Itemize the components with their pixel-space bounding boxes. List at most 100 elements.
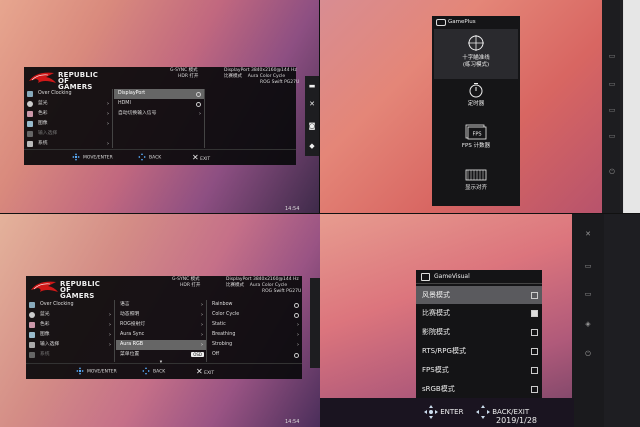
- option-off[interactable]: Off: [208, 350, 302, 360]
- gameplus-crosshair[interactable]: 十字瞄准线 (练习模式): [432, 34, 520, 69]
- osd-header: REPUBLIC OF GAMERS G-SYNC 模式 HDR 打开 Displa…: [24, 67, 300, 91]
- close-icon: ✕: [192, 153, 199, 162]
- osd-footer: MOVE/ENTER BACK ✕ EXIT: [24, 149, 296, 165]
- gamevisual-fps[interactable]: FPS模式: [416, 361, 542, 379]
- taskbar-clock: 14:54: [285, 206, 300, 212]
- gamevisual-title: GameVisual: [416, 270, 542, 284]
- input-icon: [29, 342, 35, 348]
- joystick-back-icon: [142, 367, 150, 375]
- submenu-item-rog-light[interactable]: ROG投射灯 ›: [116, 320, 206, 330]
- osd-header: REPUBLIC OF GAMERS G-SYNC 模式 HDR 打开 Displa…: [26, 276, 302, 300]
- rog-wordmark: REPUBLIC OF GAMERS: [58, 71, 99, 91]
- gamevisual-srgb[interactable]: sRGB模式: [416, 380, 542, 398]
- enter-hint: ENTER: [424, 405, 463, 419]
- input-icon: [27, 131, 33, 137]
- gamevisual-icon: ▬: [308, 82, 316, 90]
- joystick-icon: ◆: [309, 142, 315, 150]
- menu-item-input[interactable]: 输入选择: [24, 129, 112, 139]
- gamepad-icon: [436, 19, 446, 26]
- back-hint: BACK: [142, 367, 165, 377]
- header-display-info: DisplayPort 3840x2160@144 Hz 比赛模式 Aura C…: [224, 68, 300, 85]
- submenu-item-aura-rgb[interactable]: Aura RGB ›: [116, 340, 206, 350]
- submenu-item-menu-position[interactable]: 菜单位置 OSD: [116, 350, 206, 360]
- menu-item-overclocking[interactable]: Over Clocking: [24, 89, 112, 99]
- gamevisual-racing[interactable]: 比赛模式: [416, 304, 542, 322]
- option-rainbow[interactable]: Rainbow: [208, 300, 302, 310]
- move-enter-hint: MOVE/ENTER: [76, 367, 117, 377]
- submenu-item-aura-sync[interactable]: Aura Sync ›: [116, 330, 206, 340]
- move-enter-hint: MOVE/ENTER: [72, 153, 113, 163]
- main-menu: Over Clocking 蓝光 › 色彩 › 图像 › 输入选择 系统 ›: [24, 89, 113, 148]
- submenu-item-displayport[interactable]: DisplayPort: [114, 89, 204, 99]
- main-menu: Over Clocking 蓝光 › 色彩 › 图像 › 输入选择 › 系统: [26, 300, 115, 362]
- gamevisual-footer: ENTER BACK/EXIT: [390, 398, 570, 427]
- option-breathing[interactable]: Breathing ›: [208, 330, 302, 340]
- option-strobing[interactable]: Strobing ›: [208, 340, 302, 350]
- svg-text:FPS: FPS: [472, 132, 481, 138]
- menu-item-system[interactable]: 系统 ›: [24, 139, 112, 149]
- joystick-icon: ◈: [585, 320, 591, 328]
- rog-logo: REPUBLIC OF GAMERS: [30, 280, 100, 300]
- rog-eye-icon: [29, 72, 56, 83]
- image-icon: [27, 121, 33, 127]
- menu-item-bluelight[interactable]: 蓝光 ›: [26, 310, 114, 320]
- monitor-bezel: ✕ ▭ ▭ ◈ ⏻: [572, 214, 604, 427]
- submenu: DisplayPort HDMI 自动切换输入信号 ›: [114, 89, 205, 148]
- header-sync-info: G-SYNC 模式 HDR 打开: [170, 68, 199, 79]
- header-display-info: DisplayPort 3840x2160@144 Hz 比赛模式 Aura C…: [226, 277, 302, 294]
- joystick-icon: [76, 367, 84, 375]
- bluelight-icon: [29, 312, 35, 318]
- taskbar-clock: 14:54: [285, 419, 300, 425]
- gameplus-fps-counter[interactable]: FPS FPS 计数器: [432, 124, 520, 150]
- system-icon: [29, 352, 35, 358]
- gamevisual-cinema[interactable]: 影院模式: [416, 323, 542, 341]
- menu-item-image[interactable]: 图像 ›: [26, 330, 114, 340]
- menu-item-image[interactable]: 图像 ›: [24, 119, 112, 129]
- menu-item-bluelight[interactable]: 蓝光 ›: [24, 99, 112, 109]
- submenu: 语言 › 动态照明 › ROG投射灯 › Aura Sync › Aura RGB › 菜…: [116, 300, 207, 365]
- gamevisual-rts-rpg[interactable]: RTS/RPG模式: [416, 342, 542, 360]
- taskbar-date: 2019/1/28: [496, 416, 538, 425]
- color-icon: [29, 322, 35, 328]
- submenu-item-autoswitch[interactable]: 自动切换输入信号 ›: [114, 109, 204, 119]
- alignment-icon: [465, 169, 487, 181]
- menu-item-overclocking[interactable]: Over Clocking: [26, 300, 114, 310]
- bezel-button-4: ▭: [608, 132, 616, 140]
- submenu-item-hdmi[interactable]: HDMI: [114, 99, 204, 109]
- gameplus-display-alignment[interactable]: 显示对齐: [432, 168, 520, 192]
- submenu-item-language[interactable]: 语言 ›: [116, 300, 206, 310]
- menu-item-input[interactable]: 输入选择 ›: [26, 340, 114, 350]
- joystick-icon: [424, 405, 438, 419]
- gamevisual-scenery[interactable]: 风景模式: [416, 286, 542, 304]
- fps-icon: FPS: [465, 124, 487, 140]
- checkbox-checked: [531, 310, 538, 317]
- gameplus-timer[interactable]: 定时器: [432, 82, 520, 108]
- gamevisual-menu: GameVisual 风景模式 比赛模式 影院模式 RTS/RPG模式 FPS模…: [416, 270, 542, 398]
- rog-wordmark: REPUBLIC OF GAMERS: [60, 280, 101, 300]
- rog-eye-icon: [31, 281, 58, 292]
- bezel-button-3: ▭: [608, 106, 616, 114]
- joystick-back-icon: [138, 153, 146, 161]
- rog-logo: REPUBLIC OF GAMERS: [28, 71, 98, 91]
- gamevisual-icon: [421, 273, 430, 281]
- bezel-button-2: ▭: [608, 80, 616, 88]
- menu-item-color[interactable]: 色彩 ›: [26, 320, 114, 330]
- submenu-item-dynamic-lighting[interactable]: 动态照明 ›: [116, 310, 206, 320]
- option-static[interactable]: Static ›: [208, 320, 302, 330]
- crosshair-icon: [468, 35, 484, 51]
- monitor-side-buttons: [310, 278, 320, 368]
- joystick-back-icon: [476, 405, 490, 419]
- osd-system-menu: REPUBLIC OF GAMERS G-SYNC 模式 HDR 打开 Displa…: [26, 276, 302, 379]
- osd-badge: OSD: [191, 352, 204, 357]
- back-hint: BACK: [138, 153, 161, 163]
- options-column: [206, 89, 296, 148]
- menu-item-color[interactable]: 色彩 ›: [24, 109, 112, 119]
- overclock-icon: [29, 302, 35, 308]
- monitor-side-buttons: ▬ ✕ ◙ ◆: [305, 76, 320, 156]
- screenshot-bottom-left: REPUBLIC OF GAMERS G-SYNC 模式 HDR 打开 Displa…: [0, 214, 320, 427]
- power-icon: ⏻: [585, 350, 591, 358]
- menu-item-system[interactable]: 系统: [26, 350, 114, 360]
- joystick-icon: [72, 153, 80, 161]
- osd-footer: MOVE/ENTER BACK ✕ EXIT: [26, 363, 302, 379]
- option-color-cycle[interactable]: Color Cycle: [208, 310, 302, 320]
